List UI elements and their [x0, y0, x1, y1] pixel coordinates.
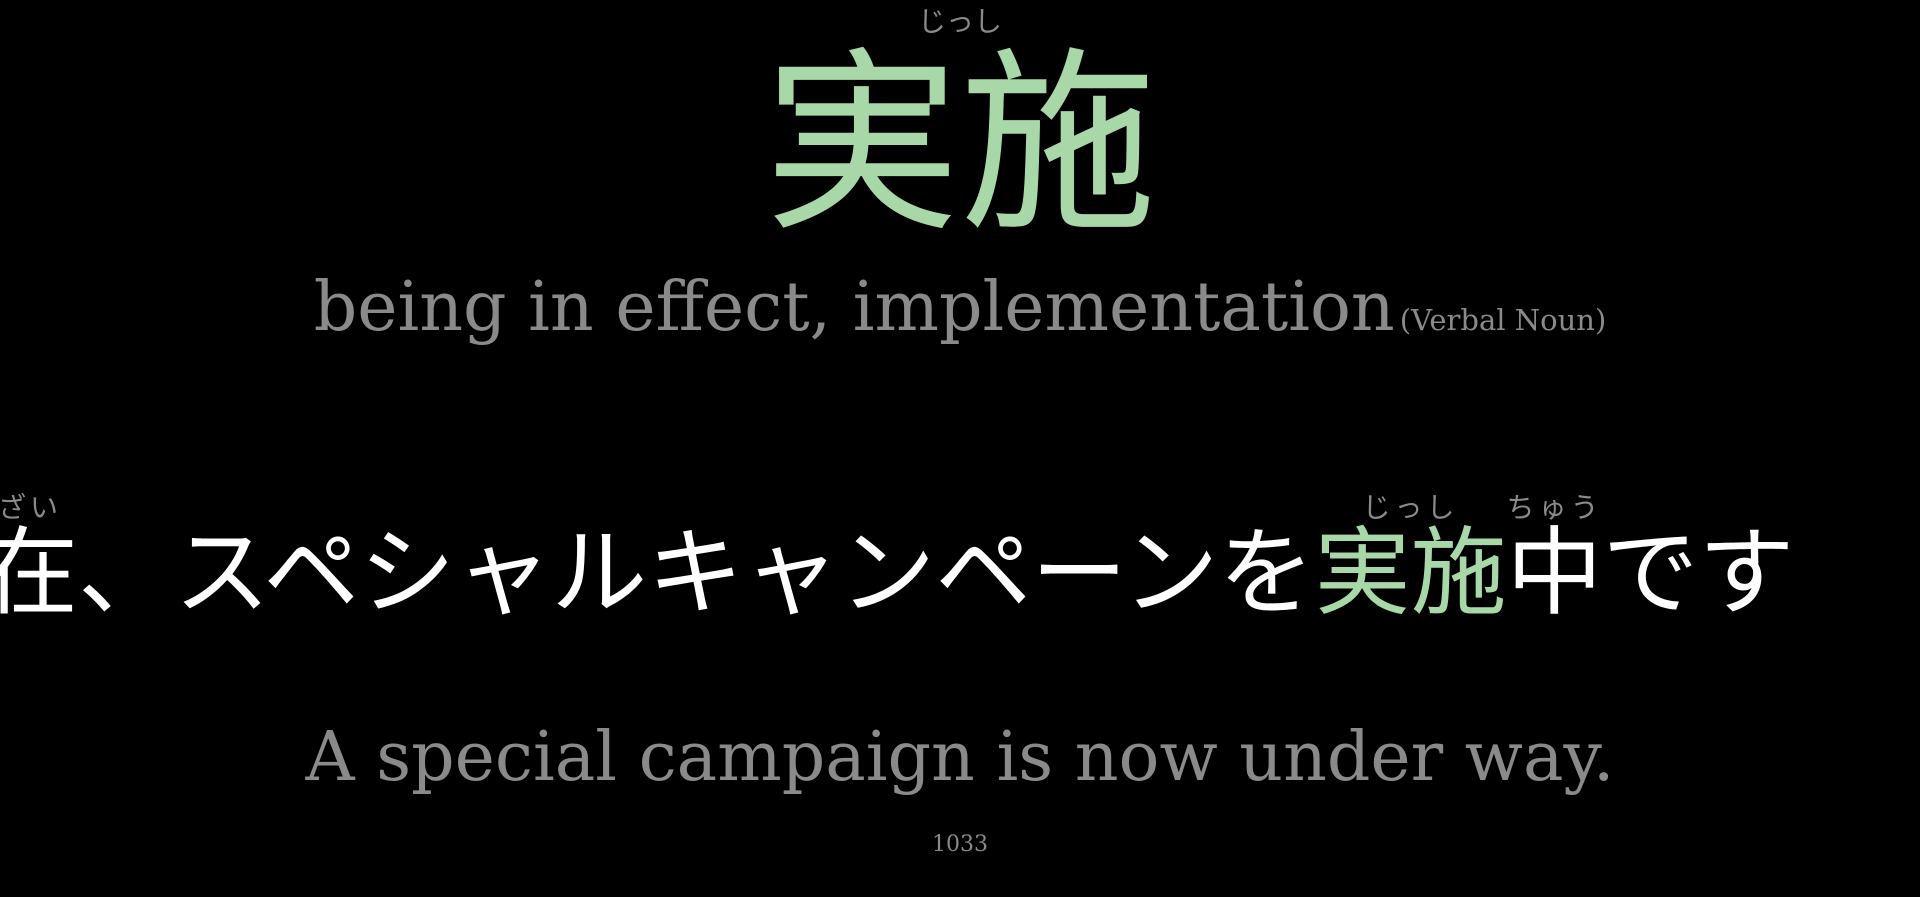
segment-text: 実施 [1314, 517, 1507, 629]
definition-line: being in effect, implementation (Verbal … [0, 268, 1920, 365]
segment-text: 中 [1506, 517, 1603, 629]
example-translation: A special campaign is now under way. [305, 718, 1615, 797]
example-sentence: 在ざい、スペシャルキャンペーンを実施じっし中ちゅうです [0, 488, 1795, 658]
headword: 実施 [763, 31, 1156, 259]
sentence-segment: 中ちゅう [1506, 491, 1603, 629]
furigana: じっし [1314, 491, 1507, 524]
segment-text: です [1602, 517, 1795, 629]
sentence-segment-highlight: 実施じっし [1314, 491, 1507, 629]
segment-text: 在 [0, 517, 78, 629]
segment-text: 、スペシャルキャンペーンを [78, 517, 1315, 629]
card-number: 1033 [932, 832, 988, 857]
furigana: ざい [0, 491, 78, 524]
part-of-speech: (Verbal Noun) [1399, 303, 1607, 337]
sentence-segment: 在ざい [0, 491, 78, 629]
furigana: ちゅう [1506, 491, 1603, 524]
definition: being in effect, implementation [313, 268, 1395, 347]
